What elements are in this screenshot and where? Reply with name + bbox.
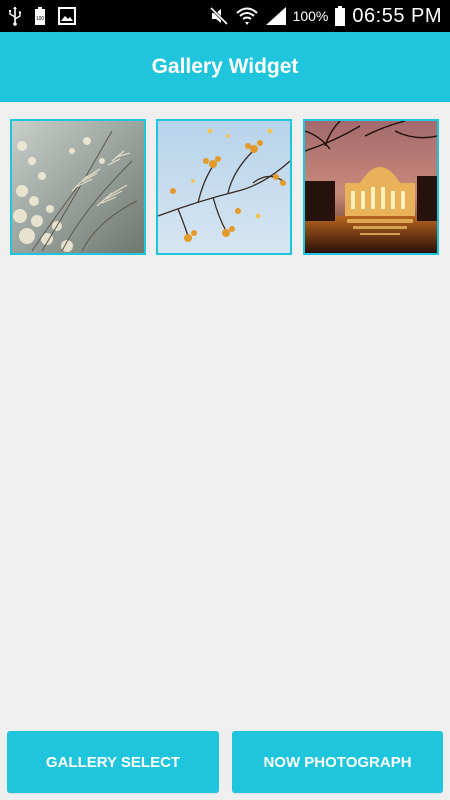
battery-icon	[334, 5, 346, 27]
app-bar: Gallery Widget	[0, 32, 450, 102]
usb-icon	[8, 6, 22, 26]
battery-percent: 100%	[292, 8, 329, 24]
gallery-thumbnail-3[interactable]	[303, 119, 439, 255]
gallery-thumbnail-1[interactable]	[10, 119, 146, 255]
autumn-branch-photo	[158, 121, 290, 253]
signal-icon	[265, 6, 287, 26]
status-right-icons: 100% 06:55 PM	[209, 0, 442, 32]
image-icon	[58, 7, 76, 25]
clock: 06:55 PM	[352, 4, 442, 27]
battery-full-icon: 100	[34, 6, 46, 26]
status-bar: 100 100% 06:55 PM	[0, 0, 450, 32]
illuminated-palace-photo	[305, 121, 437, 253]
frosted-grass-photo	[12, 121, 144, 253]
page-title: Gallery Widget	[151, 55, 299, 78]
svg-text:100: 100	[36, 16, 45, 22]
mute-icon	[209, 6, 229, 26]
wifi-icon	[235, 6, 259, 26]
now-photograph-button[interactable]: NOW PHOTOGRAPH	[232, 731, 443, 793]
gallery-select-button[interactable]: GALLERY SELECT	[7, 731, 219, 793]
status-left-icons: 100	[8, 0, 76, 32]
gallery-thumbnail-2[interactable]	[156, 119, 292, 255]
